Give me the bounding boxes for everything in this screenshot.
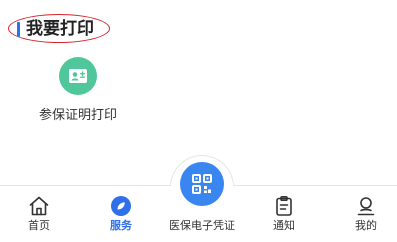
id-card-icon — [59, 57, 97, 95]
tab-mine[interactable]: 我的 — [337, 186, 395, 242]
service-icon — [109, 194, 133, 218]
tab-notice[interactable]: 通知 — [255, 186, 313, 242]
section-title: 我要打印 — [26, 19, 94, 39]
medical-insurance-qr-button[interactable] — [180, 162, 224, 206]
tab-service-label: 服务 — [110, 219, 132, 232]
clipboard-icon — [272, 194, 296, 218]
qr-code-icon — [192, 174, 212, 194]
home-icon — [27, 194, 51, 218]
tab-home-label: 首页 — [28, 219, 50, 232]
service-label: 参保证明打印 — [38, 108, 117, 123]
tab-notice-label: 通知 — [273, 219, 295, 232]
tab-e-voucher-label[interactable]: 医保电子凭证 — [158, 219, 246, 233]
section-accent-bar — [17, 22, 20, 37]
tab-home[interactable]: 首页 — [10, 186, 68, 242]
service-insurance-certificate-print[interactable]: 参保证明打印 — [30, 54, 126, 128]
user-icon — [354, 194, 378, 218]
tab-service[interactable]: 服务 — [92, 186, 150, 242]
tab-mine-label: 我的 — [355, 219, 377, 232]
section-header: 我要打印 — [8, 14, 112, 44]
